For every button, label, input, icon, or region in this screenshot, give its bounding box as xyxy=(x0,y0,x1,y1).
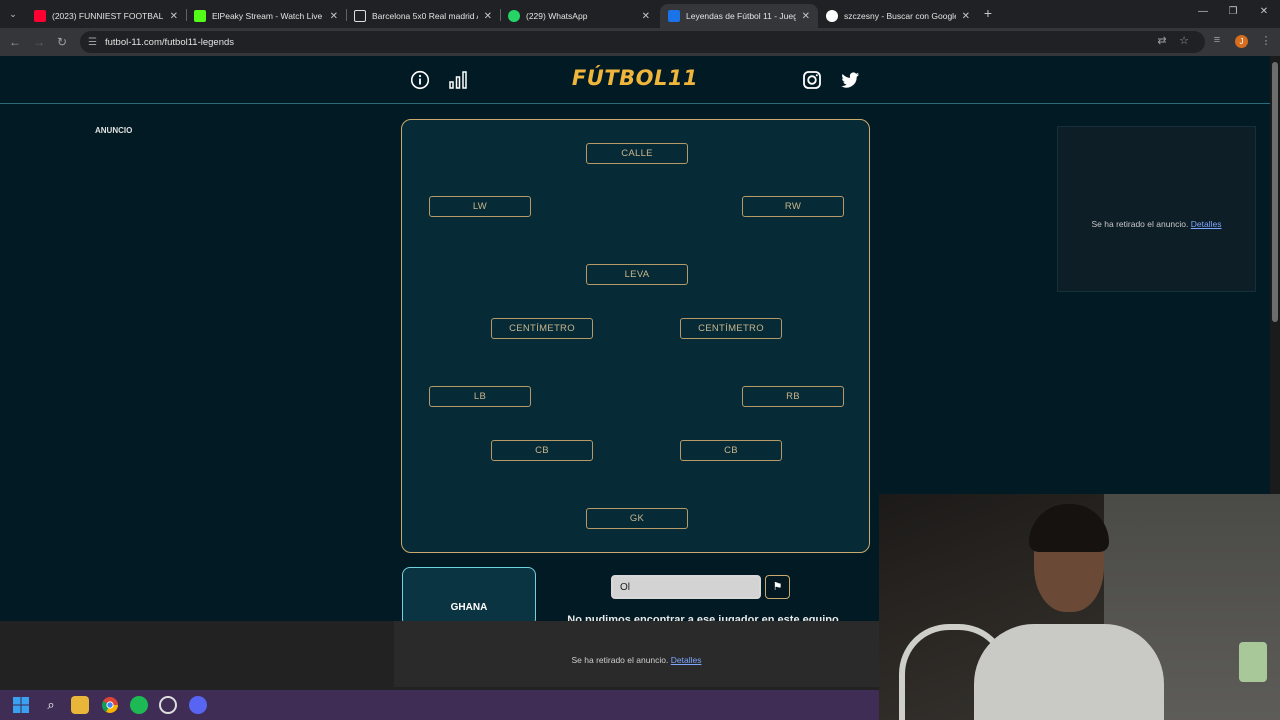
close-icon[interactable]: ✕ xyxy=(962,11,970,22)
ad-details-link[interactable]: Detalles xyxy=(671,655,702,665)
formation-pitch: CALLE LW RW LEVA CENTÍMETRO CENTÍMETRO L… xyxy=(401,119,870,553)
browser-tab-1[interactable]: (2023) FUNNIEST FOOTBALL M ✕ xyxy=(26,4,186,28)
ad-removed-text: Se ha retirado el anuncio. xyxy=(1091,219,1189,229)
tab-title: szczesny - Buscar con Google xyxy=(844,11,956,21)
windows-taskbar: ⌕ xyxy=(0,690,879,720)
google-icon xyxy=(826,10,838,22)
team-card: GHANA xyxy=(402,567,536,627)
tab-title: (229) WhatsApp xyxy=(526,11,588,21)
whatsapp-icon xyxy=(508,10,520,22)
site-header: FÚTBOL11 xyxy=(0,56,1270,104)
position-lw[interactable]: LW xyxy=(429,196,531,217)
webcam-overlay xyxy=(879,494,1280,720)
site-info-icon[interactable]: ☰ xyxy=(88,37,102,48)
reload-icon[interactable]: ↻ xyxy=(53,33,71,51)
browser-tab-2[interactable]: ElPeaky Stream - Watch Live on ✕ xyxy=(186,4,346,28)
tab-title: Leyendas de Fútbol 11 - Juega xyxy=(686,11,796,21)
chrome-icon[interactable] xyxy=(101,696,119,714)
menu-kebab-icon[interactable]: ⋮ xyxy=(1258,34,1274,47)
discord-icon[interactable] xyxy=(189,696,207,714)
new-tab-button[interactable]: + xyxy=(980,4,996,22)
player-guess-input[interactable] xyxy=(611,575,761,599)
browser-tab-bar: ⌄ (2023) FUNNIEST FOOTBALL M ✕ ElPeaky S… xyxy=(0,0,1280,28)
position-rw[interactable]: RW xyxy=(742,196,844,217)
taskbar-search-icon[interactable]: ⌕ xyxy=(42,696,60,714)
youtube-icon xyxy=(34,10,46,22)
flag-icon: ⚑ xyxy=(772,581,783,593)
forward-icon[interactable]: → xyxy=(30,33,48,51)
webcam-person-hair xyxy=(1029,504,1109,552)
url-text[interactable]: futbol-11.com/futbol11-legends xyxy=(105,37,234,48)
position-cm-left[interactable]: CENTÍMETRO xyxy=(491,318,593,339)
futbol11-icon xyxy=(668,10,680,22)
browser-tab-6[interactable]: szczesny - Buscar con Google ✕ xyxy=(818,4,978,28)
restore-icon[interactable]: ❐ xyxy=(1226,6,1240,17)
instagram-icon[interactable] xyxy=(802,70,822,90)
position-cm-right[interactable]: CENTÍMETRO xyxy=(680,318,782,339)
site-logo[interactable]: FÚTBOL11 xyxy=(0,66,1270,90)
browser-tab-3[interactable]: Barcelona 5x0 Real madrid A m ✕ xyxy=(346,4,500,28)
file-explorer-icon[interactable] xyxy=(71,696,89,714)
spotify-icon[interactable] xyxy=(130,696,148,714)
position-lb[interactable]: LB xyxy=(429,386,531,407)
ad-details-link[interactable]: Detalles xyxy=(1191,219,1222,229)
tab-search-icon[interactable]: ⌄ xyxy=(4,5,22,23)
twitter-icon[interactable] xyxy=(840,70,860,90)
give-up-flag-button[interactable]: ⚑ xyxy=(765,575,790,599)
tab-title: (2023) FUNNIEST FOOTBALL M xyxy=(52,11,164,21)
kick-icon xyxy=(194,10,206,22)
close-icon[interactable]: ✕ xyxy=(642,11,650,22)
ad-slot-bottom-inner: Se ha retirado el anuncio. Detalles xyxy=(394,621,879,687)
position-cam[interactable]: LEVA xyxy=(586,264,688,285)
back-icon[interactable]: ← xyxy=(6,33,24,51)
ad-slot-right: Se ha retirado el anuncio. Detalles xyxy=(1057,126,1256,292)
browser-tab-4[interactable]: (229) WhatsApp ✕ xyxy=(500,4,658,28)
position-st[interactable]: CALLE xyxy=(586,143,688,164)
scrollbar-thumb[interactable] xyxy=(1272,62,1278,322)
ad-removed-message: Se ha retirado el anuncio. Detalles xyxy=(1058,219,1255,229)
position-cb-left[interactable]: CB xyxy=(491,440,593,461)
close-icon[interactable]: ✕ xyxy=(484,11,492,22)
webcam-cup xyxy=(1239,642,1267,682)
position-cb-right[interactable]: CB xyxy=(680,440,782,461)
ad-slot-bottom: Se ha retirado el anuncio. Detalles xyxy=(0,621,879,690)
close-icon[interactable]: ✕ xyxy=(802,11,810,22)
tab-title: Barcelona 5x0 Real madrid A m xyxy=(372,11,478,21)
media-control-icon[interactable]: ≡ xyxy=(1209,34,1225,46)
tab-title: ElPeaky Stream - Watch Live on xyxy=(212,11,324,21)
obs-icon[interactable] xyxy=(159,696,177,714)
close-icon[interactable]: ✕ xyxy=(170,11,178,22)
close-icon[interactable]: ✕ xyxy=(330,11,338,22)
address-bar[interactable]: ☰ futbol-11.com/futbol11-legends xyxy=(80,31,1205,53)
ad-label: ANUNCIO xyxy=(95,126,133,135)
webcam-person-shirt xyxy=(974,624,1164,720)
browser-tab-5-active[interactable]: Leyendas de Fútbol 11 - Juega ✕ xyxy=(660,4,818,28)
ad-removed-message: Se ha retirado el anuncio. Detalles xyxy=(394,655,879,665)
tiktok-icon xyxy=(354,10,366,22)
position-gk[interactable]: GK xyxy=(586,508,688,529)
translate-icon[interactable]: ⇄ xyxy=(1154,34,1170,47)
team-name: GHANA xyxy=(450,602,488,613)
browser-toolbar: ← → ↻ ☰ futbol-11.com/futbol11-legends ⇄… xyxy=(0,28,1280,56)
windows-start-icon[interactable] xyxy=(12,696,30,714)
position-rb[interactable]: RB xyxy=(742,386,844,407)
ad-removed-text: Se ha retirado el anuncio. xyxy=(571,655,669,665)
bookmark-star-icon[interactable]: ☆ xyxy=(1176,34,1192,47)
minimize-icon[interactable]: — xyxy=(1196,6,1210,17)
window-close-icon[interactable]: ✕ xyxy=(1257,6,1271,17)
profile-avatar[interactable]: J xyxy=(1235,35,1248,48)
